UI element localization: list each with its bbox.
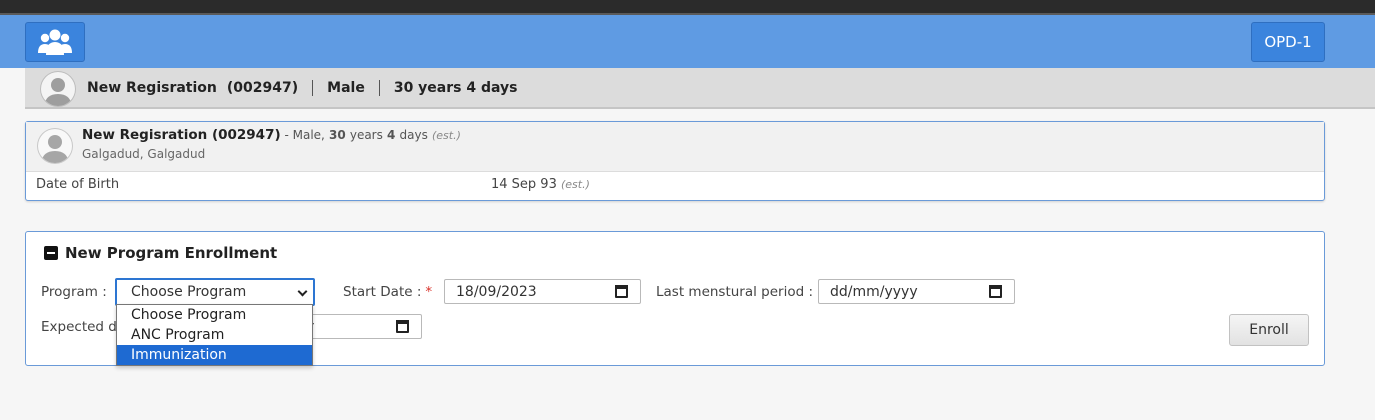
location-button[interactable]: OPD-1 [1251, 22, 1325, 62]
summary-avatar-icon [37, 128, 73, 164]
program-select-value: Choose Program [131, 284, 247, 300]
patient-header-bar: New Regisration (002947) Male 30 years 4… [25, 68, 1375, 109]
summary-years-label: years [349, 128, 383, 142]
patient-id: (002947) [226, 79, 299, 96]
program-dropdown-list: Choose Program ANC Program Immunization [116, 304, 313, 366]
expected-date-input[interactable]: r [296, 314, 422, 339]
browser-top-strip [0, 0, 1375, 15]
app-header: OPD-1 [0, 15, 1375, 68]
expected-date-label: Expected da [41, 319, 126, 335]
users-group-icon [38, 29, 72, 55]
patient-avatar-icon [40, 71, 76, 107]
program-label: Program : [41, 284, 107, 300]
dob-value: 14 Sep 93 [491, 177, 557, 192]
start-date-value: 18/09/2023 [456, 283, 537, 300]
lmp-placeholder: dd/mm/yyyy [830, 283, 918, 300]
lmp-label: Last menstural period : [656, 284, 814, 300]
start-date-label: Start Date : [343, 284, 422, 300]
lmp-date-input[interactable]: dd/mm/yyyy [818, 279, 1015, 304]
dob-est: (est.) [561, 178, 590, 191]
dropdown-option[interactable]: Choose Program [117, 305, 312, 325]
calendar-icon[interactable] [615, 285, 628, 298]
summary-dash: - [280, 128, 293, 142]
patient-summary-card: New Regisration (002947) - Male, 30 year… [25, 121, 1325, 201]
required-mark: * [425, 284, 433, 300]
summary-age-days: 4 [387, 128, 396, 142]
panel-title-row: New Program Enrollment [44, 244, 277, 262]
home-logo-button[interactable] [25, 22, 85, 62]
separator [378, 79, 380, 96]
chevron-down-icon [297, 286, 308, 297]
calendar-icon[interactable] [989, 285, 1002, 298]
dropdown-option[interactable]: ANC Program [117, 325, 312, 345]
summary-age-years: 30 [329, 128, 346, 142]
patient-age: 30 years 4 days [393, 79, 518, 96]
enroll-button[interactable]: Enroll [1229, 314, 1309, 346]
summary-name-line: New Regisration (002947) - Male, 30 year… [82, 127, 461, 143]
separator [312, 79, 314, 96]
summary-location: Galgadud, Galgadud [82, 147, 206, 161]
summary-est: (est.) [431, 129, 461, 142]
dropdown-option-highlighted[interactable]: Immunization [117, 345, 312, 365]
dob-label: Date of Birth [36, 177, 120, 192]
patient-gender: Male [327, 79, 365, 96]
summary-name-id: New Regisration (002947) [82, 127, 281, 143]
collapse-minus-icon[interactable] [44, 246, 58, 260]
start-date-label-row: Start Date : * [343, 284, 432, 300]
panel-title: New Program Enrollment [65, 244, 278, 262]
calendar-icon[interactable] [396, 320, 409, 333]
summary-gender: Male, [292, 128, 325, 142]
summary-header: New Regisration (002947) - Male, 30 year… [26, 122, 1324, 172]
start-date-input[interactable]: 18/09/2023 [444, 279, 641, 304]
program-select[interactable]: Choose Program [115, 278, 315, 306]
patient-name: New Regisration [87, 79, 217, 96]
summary-days-label: days [399, 128, 428, 142]
dob-value-line: 14 Sep 93 (est.) [491, 177, 590, 192]
